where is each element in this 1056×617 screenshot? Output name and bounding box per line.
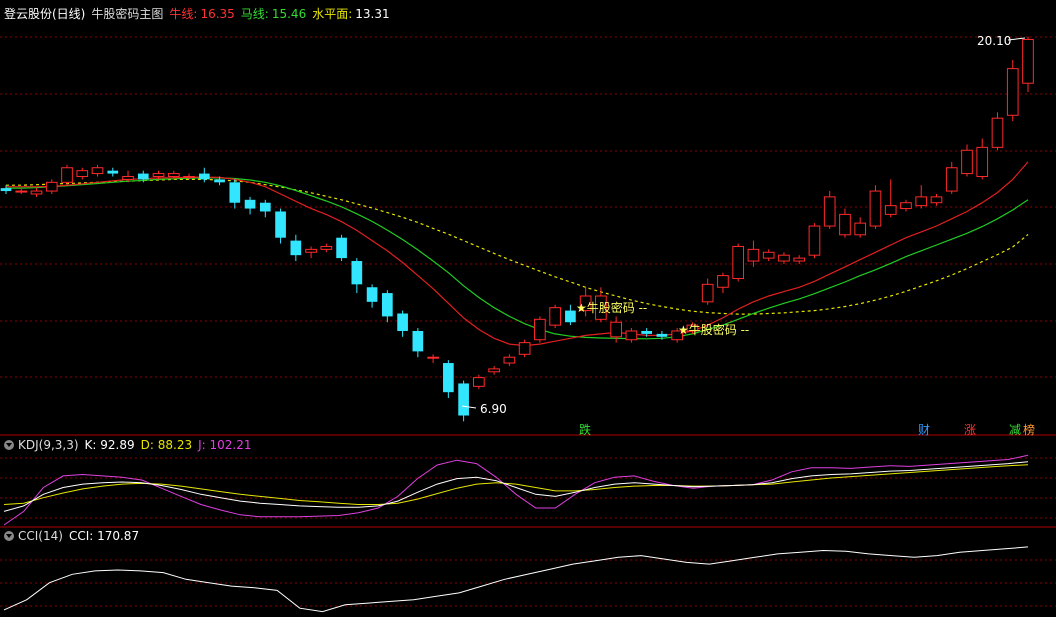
candle-body (275, 211, 286, 238)
candle-body (214, 179, 225, 183)
candle-body (1022, 38, 1034, 84)
candle-body (503, 356, 516, 364)
candle-body (458, 383, 469, 416)
candle-body (122, 175, 134, 180)
candle-body (167, 173, 180, 177)
candle-body (778, 254, 790, 262)
candle-body (793, 257, 806, 262)
candle-body (382, 293, 393, 317)
candle-body (976, 146, 989, 177)
candle-body (61, 167, 73, 183)
candle-body (869, 190, 882, 227)
candle-body (808, 225, 821, 256)
candle-body (30, 190, 43, 195)
candle-body (443, 363, 454, 393)
candle-body (91, 167, 104, 175)
candle-body (229, 182, 241, 203)
candle-body (747, 248, 760, 262)
candle-body (762, 251, 775, 259)
badge-die[interactable]: 跌 (577, 420, 593, 439)
candle-body (336, 237, 347, 259)
candle-body (823, 196, 836, 227)
candle-body (15, 190, 28, 193)
candle-body (915, 196, 928, 207)
badge-cai[interactable]: 财 (916, 420, 932, 439)
candle-body (137, 173, 149, 180)
candle-body (183, 175, 195, 178)
high-price-label: 20.10 (977, 34, 1012, 48)
candle-body (259, 202, 271, 212)
candle-body (76, 170, 89, 177)
badge-zhang[interactable]: 涨 (962, 420, 978, 439)
candle-body (961, 149, 973, 175)
signal-label-2: ★牛股密码 -- (678, 323, 750, 337)
candle-body (351, 261, 363, 285)
candle-body (320, 245, 333, 250)
candle-body (107, 170, 119, 174)
candle-body (945, 167, 958, 192)
candle-body (656, 333, 668, 337)
kdj-j-line (3, 454, 1029, 526)
candle-body (305, 248, 317, 253)
cci-line (3, 546, 1029, 613)
candle-body (397, 313, 408, 331)
candle-body (244, 199, 256, 209)
candle-body (701, 283, 714, 303)
candle-body (930, 196, 943, 204)
candle-body (854, 222, 867, 236)
candle-body (366, 287, 378, 302)
candle-body (152, 173, 165, 177)
candle-body (198, 173, 210, 180)
badge-bang[interactable]: 榜 (1021, 420, 1037, 439)
price-chart[interactable] (0, 0, 1056, 617)
candle-body (717, 275, 729, 288)
candle-body (427, 356, 439, 359)
candle-body (549, 307, 561, 326)
ma-red-line (6, 161, 1029, 347)
candle-body (412, 330, 424, 352)
signal-label-1: ★牛股密码 -- (576, 301, 648, 315)
candle-body (839, 213, 851, 236)
low-price-label: 6.90 (480, 402, 507, 416)
candle-body (1006, 68, 1019, 116)
candle-body (534, 318, 546, 341)
candle-body (991, 117, 1004, 148)
candle-body (900, 202, 912, 210)
candle-body (0, 188, 12, 192)
candle-body (641, 330, 652, 334)
candle-body (732, 245, 745, 280)
candle-body (610, 321, 622, 338)
candle-body (884, 205, 897, 215)
candle-body (488, 368, 500, 373)
candle-body (45, 181, 58, 192)
candle-body (290, 240, 302, 256)
candle-body (473, 377, 485, 387)
candle-body (518, 342, 531, 355)
candle-body (625, 330, 638, 341)
